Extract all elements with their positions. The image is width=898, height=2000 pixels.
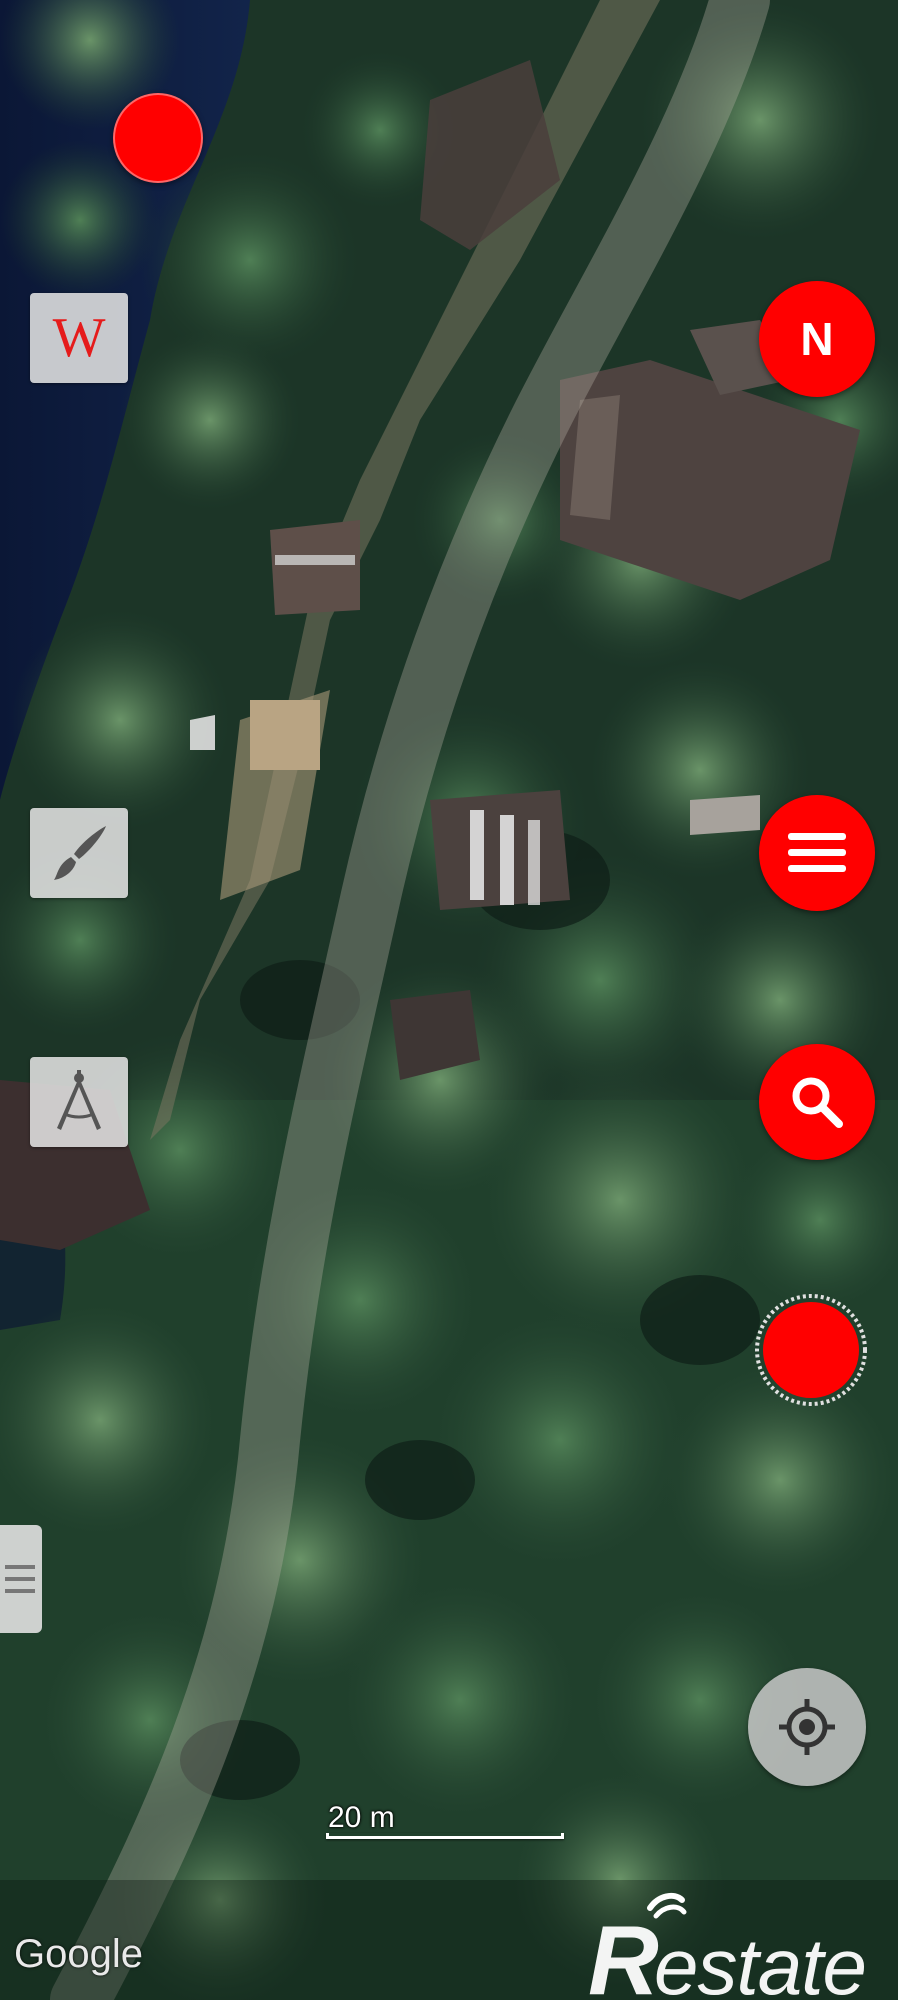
hamburger-icon (5, 1565, 35, 1593)
map-scale: 20 m (326, 1801, 566, 1841)
satellite-map[interactable]: N W 20 m Google R estate (0, 0, 898, 2000)
crosshair-icon (779, 1699, 835, 1755)
measure-button[interactable] (30, 1057, 128, 1147)
paintbrush-icon (54, 826, 106, 880)
compass-button[interactable]: N (759, 281, 875, 397)
scale-bar (326, 1833, 564, 1839)
restate-watermark-logo: R estate (588, 1892, 867, 2000)
search-icon (792, 1077, 843, 1128)
menu-button[interactable] (759, 795, 875, 911)
scale-label: 20 m (328, 1801, 395, 1834)
record-marker-button[interactable] (113, 93, 203, 183)
svg-text:R: R (588, 1905, 659, 2000)
north-label: N (800, 313, 834, 365)
my-location-button[interactable] (748, 1668, 866, 1786)
track-record-button[interactable] (754, 1293, 868, 1407)
record-ring-icon (755, 1294, 867, 1406)
wikipedia-icon: W (52, 307, 106, 369)
drafting-compass-icon (57, 1070, 101, 1130)
wikipedia-button[interactable]: W (30, 293, 128, 383)
hamburger-icon (788, 833, 846, 872)
search-button[interactable] (759, 1044, 875, 1160)
svg-text:estate: estate (654, 1922, 866, 2000)
draw-button[interactable] (30, 808, 128, 898)
google-attribution: Google (14, 1932, 143, 1976)
side-drawer-tab[interactable] (0, 1525, 42, 1633)
